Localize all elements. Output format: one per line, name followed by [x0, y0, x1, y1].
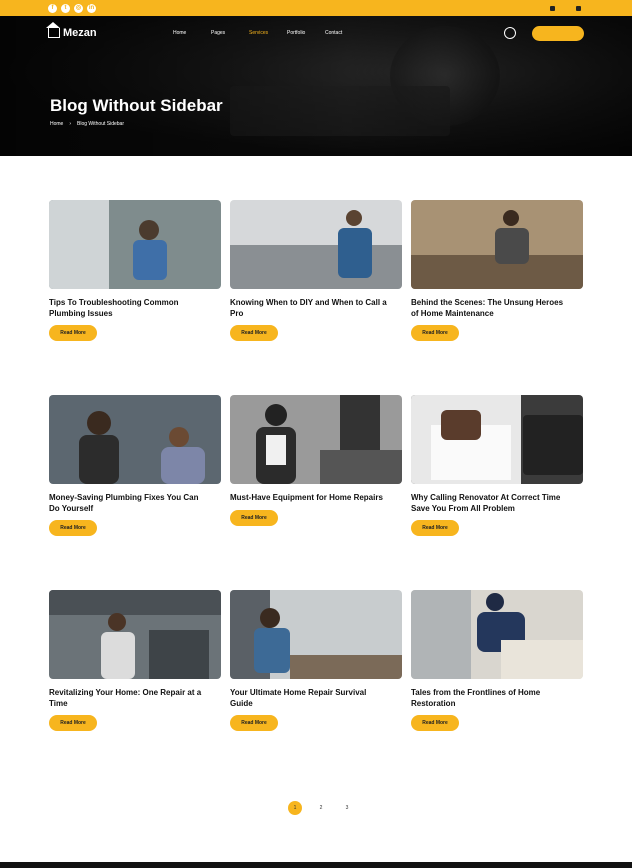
phone-icon	[504, 27, 516, 39]
post-title[interactable]: Knowing When to DIY and When to Call a P…	[230, 298, 390, 319]
mail-icon	[576, 5, 581, 11]
post-title[interactable]: Behind the Scenes: The Unsung Heroes of …	[411, 298, 571, 319]
nav-item-home[interactable]: Home	[173, 30, 211, 36]
page-hero: Mezan Home Pages Services Portfolio Cont…	[0, 16, 632, 156]
post-image[interactable]	[230, 590, 402, 679]
breadcrumb-home[interactable]: Home	[50, 121, 63, 127]
post-image-photo	[411, 395, 583, 484]
post-image-photo	[230, 200, 402, 289]
footer-strip	[0, 862, 632, 868]
post-image-photo	[49, 200, 221, 289]
post-title[interactable]: Tips To Troubleshooting Common Plumbing …	[49, 298, 209, 319]
read-more-button[interactable]: Read More	[411, 715, 459, 731]
address-info	[550, 5, 558, 11]
facebook-icon[interactable]: f	[48, 3, 57, 13]
post-title[interactable]: Must-Have Equipment for Home Repairs	[230, 493, 390, 504]
breadcrumb-current: Blog Without Sidebar	[77, 121, 124, 127]
house-icon	[46, 22, 60, 38]
page-2[interactable]: 2	[314, 801, 328, 815]
blog-card: Tales from the Frontlines of Home Restor…	[411, 590, 583, 731]
blog-card: Behind the Scenes: The Unsung Heroes of …	[411, 200, 583, 341]
blog-card: Knowing When to DIY and When to Call a P…	[230, 200, 402, 341]
nav-item-services[interactable]: Services	[249, 30, 287, 36]
post-image[interactable]	[49, 200, 221, 289]
read-more-button[interactable]: Read More	[49, 715, 97, 731]
nav-menu: Home Pages Services Portfolio Contact	[173, 30, 363, 36]
blog-card: Money-Saving Plumbing Fixes You Can Do Y…	[49, 395, 221, 536]
get-quote-button[interactable]	[532, 25, 584, 41]
read-more-button[interactable]: Read More	[230, 509, 278, 526]
page-3[interactable]: 3	[340, 801, 354, 815]
read-more-button[interactable]: Read More	[49, 325, 97, 341]
post-image[interactable]	[49, 590, 221, 679]
post-title[interactable]: Your Ultimate Home Repair Survival Guide	[230, 688, 390, 709]
post-image[interactable]	[411, 200, 583, 289]
read-more-button[interactable]: Read More	[230, 715, 278, 731]
post-image-photo	[411, 590, 583, 679]
main-nav: Mezan Home Pages Services Portfolio Cont…	[46, 22, 584, 44]
blog-card: Revitalizing Your Home: One Repair at a …	[49, 590, 221, 731]
post-image-photo	[230, 395, 402, 484]
social-icons: f t ◎ in	[48, 3, 96, 13]
post-title[interactable]: Money-Saving Plumbing Fixes You Can Do Y…	[49, 493, 209, 514]
read-more-button[interactable]: Read More	[49, 520, 97, 536]
read-more-button[interactable]: Read More	[411, 325, 459, 341]
post-image-photo	[49, 395, 221, 484]
blog-card: Tips To Troubleshooting Common Plumbing …	[49, 200, 221, 341]
instagram-icon[interactable]: ◎	[74, 3, 83, 13]
post-title[interactable]: Why Calling Renovator At Correct Time Sa…	[411, 493, 571, 514]
call-box[interactable]	[504, 27, 520, 39]
brand-logo[interactable]: Mezan	[46, 22, 168, 39]
nav-item-contact[interactable]: Contact	[325, 30, 363, 36]
post-image[interactable]	[230, 200, 402, 289]
brand-name: Mezan	[63, 27, 97, 39]
post-image-photo	[411, 200, 583, 289]
breadcrumb-separator: ›	[69, 121, 72, 127]
post-image-photo	[49, 590, 221, 679]
blog-card: Why Calling Renovator At Correct Time Sa…	[411, 395, 583, 536]
email-info[interactable]	[576, 5, 584, 11]
page-title: Blog Without Sidebar	[50, 96, 223, 115]
post-title[interactable]: Revitalizing Your Home: One Repair at a …	[49, 688, 209, 709]
linkedin-icon[interactable]: in	[87, 3, 96, 13]
post-image[interactable]	[411, 590, 583, 679]
blog-card: Your Ultimate Home Repair Survival Guide…	[230, 590, 402, 731]
nav-item-pages[interactable]: Pages	[211, 30, 249, 36]
read-more-button[interactable]: Read More	[230, 325, 278, 341]
location-icon	[550, 5, 555, 11]
page-1[interactable]: 1	[288, 801, 302, 815]
read-more-button[interactable]: Read More	[411, 520, 459, 536]
twitter-icon[interactable]: t	[61, 3, 70, 13]
breadcrumb: Home › Blog Without Sidebar	[50, 121, 124, 127]
post-image[interactable]	[411, 395, 583, 484]
post-image-photo	[230, 590, 402, 679]
post-image[interactable]	[49, 395, 221, 484]
post-image[interactable]	[230, 395, 402, 484]
blog-card: Must-Have Equipment for Home Repairs Rea…	[230, 395, 402, 526]
nav-item-portfolio[interactable]: Portfolio	[287, 30, 325, 36]
pagination: 1 2 3	[288, 801, 354, 815]
post-title[interactable]: Tales from the Frontlines of Home Restor…	[411, 688, 571, 709]
top-bar: f t ◎ in	[0, 0, 632, 16]
top-contact-info	[550, 5, 584, 11]
